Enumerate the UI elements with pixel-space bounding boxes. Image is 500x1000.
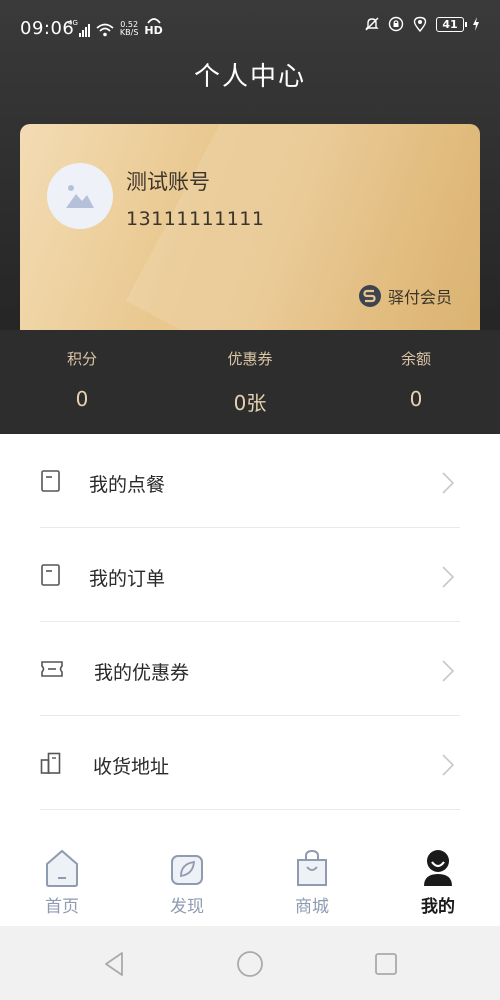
signal-icon	[78, 23, 90, 37]
stat-balance[interactable]: 余额 0	[356, 348, 476, 411]
stat-label: 余额	[400, 350, 431, 368]
network-status: 4G 0.52 KB/S HD	[68, 17, 163, 37]
user-phone: 13111111111	[126, 208, 265, 230]
stat-value: 0	[75, 387, 89, 411]
bottom-tab-bar: 首页 发现 商城 我的	[0, 838, 500, 926]
home-circle-icon[interactable]	[236, 950, 264, 978]
menu-item-my-orders[interactable]: 我的订单	[0, 528, 500, 622]
divider	[40, 809, 460, 810]
hd-label: HD	[144, 24, 163, 37]
network-type-label: 4G	[68, 19, 78, 27]
tab-label: 首页	[45, 897, 79, 917]
stat-value: 0张	[233, 391, 267, 415]
chevron-right-icon	[442, 566, 454, 588]
status-bar: 09:06 4G 0.52 KB/S HD 41	[0, 0, 500, 56]
chevron-right-icon	[442, 754, 454, 776]
brand-logo-icon	[358, 285, 381, 307]
battery-icon: 41	[436, 16, 467, 32]
menu-item-my-dining[interactable]: 我的点餐	[0, 434, 500, 528]
user-name: 测试账号	[126, 170, 210, 194]
tab-home[interactable]: 首页	[12, 848, 112, 917]
menu-item-label: 收货地址	[93, 756, 170, 778]
stat-label: 优惠券	[227, 350, 273, 368]
image-placeholder-icon	[66, 185, 94, 208]
home-icon	[46, 849, 78, 887]
chevron-right-icon	[442, 660, 454, 682]
stat-label: 积分	[66, 350, 97, 368]
shopping-bag-icon	[297, 849, 327, 886]
avatar[interactable]	[47, 163, 113, 229]
network-speed: 0.52 KB/S	[119, 20, 139, 37]
member-card[interactable]: 测试账号 13111111111 驿付会员	[20, 124, 480, 330]
back-icon[interactable]	[100, 950, 128, 978]
brand-label: 驿付会员	[387, 288, 452, 307]
header-area: 09:06 4G 0.52 KB/S HD 41 个人中心 测试账号 13111…	[0, 0, 500, 434]
wifi-icon	[96, 23, 114, 37]
ticket-icon	[41, 661, 63, 677]
building-icon	[40, 752, 61, 774]
page-title: 个人中心	[193, 62, 306, 92]
charging-icon	[473, 17, 479, 31]
membership-brand: 驿付会员	[358, 284, 452, 308]
account-stats: 积分 0 优惠券 0张 余额 0	[0, 330, 500, 434]
location-icon	[413, 16, 427, 32]
menu-item-label: 我的优惠券	[94, 662, 190, 684]
menu-item-my-coupons[interactable]: 我的优惠券	[0, 622, 500, 716]
tab-discover[interactable]: 发现	[137, 848, 237, 917]
document-icon	[41, 470, 60, 492]
tab-label: 我的	[421, 897, 455, 917]
tab-label: 发现	[170, 897, 204, 917]
chevron-right-icon	[442, 472, 454, 494]
battery-level: 41	[442, 17, 458, 31]
stat-value: 0	[409, 387, 423, 411]
recent-apps-icon[interactable]	[372, 950, 400, 978]
document-icon	[41, 564, 60, 586]
status-right-icons: 41	[364, 16, 480, 32]
menu-item-shipping-address[interactable]: 收货地址	[0, 716, 500, 810]
hd-call-icon	[146, 18, 161, 24]
stat-points[interactable]: 积分 0	[22, 348, 142, 411]
status-time: 09:06	[20, 18, 75, 39]
tab-label: 商城	[295, 897, 329, 917]
leaf-icon	[171, 855, 203, 885]
tab-mall[interactable]: 商城	[262, 848, 362, 917]
stat-coupons[interactable]: 优惠券 0张	[190, 348, 310, 416]
lock-rotation-icon	[388, 16, 404, 32]
profile-icon	[424, 850, 452, 886]
mute-bell-icon	[365, 17, 379, 31]
tab-mine[interactable]: 我的	[388, 848, 488, 917]
menu-item-label: 我的订单	[89, 568, 166, 590]
menu-item-label: 我的点餐	[89, 474, 166, 496]
system-nav-bar	[0, 926, 500, 1000]
